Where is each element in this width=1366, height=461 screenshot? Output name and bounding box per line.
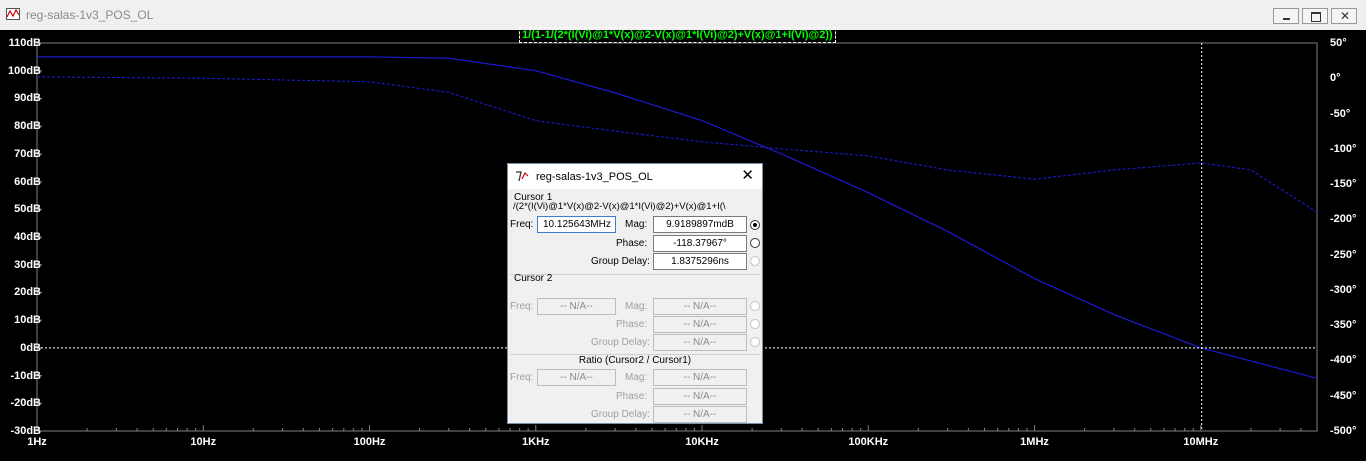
- cursor1-mag-value: 9.9189897mdB: [653, 216, 747, 233]
- x-tick-label: 1MHz: [1020, 436, 1049, 448]
- dialog-header: reg-salas-1v3_POS_OL ✕: [508, 164, 762, 189]
- maximize-icon: [1311, 12, 1321, 22]
- cursor1-mag-radio[interactable]: [750, 220, 760, 230]
- cursor2-group-delay-label: Group Delay:: [591, 337, 650, 348]
- cursor1-group-delay-value: 1.8375296ns: [653, 253, 747, 270]
- x-tick-label: 100KHz: [848, 436, 889, 448]
- ratio-group-delay-value: -- N/A--: [653, 406, 747, 423]
- y-tick-label: 20dB: [14, 286, 41, 299]
- y-tick-label: 80dB: [14, 120, 41, 133]
- y-tick-label: 50dB: [14, 203, 41, 216]
- x-grid-ticks: [36, 425, 1318, 431]
- phase-tick-label: -50°: [1330, 107, 1351, 120]
- y-tick-label: 100dB: [7, 64, 41, 77]
- ratio-freq-label: Freq:: [510, 372, 534, 383]
- ratio-mag-label: Mag:: [625, 372, 648, 383]
- x-tick-label: 100Hz: [353, 436, 386, 448]
- cursor1-group-delay-label: Group Delay:: [591, 256, 650, 267]
- phase-tick-label: -200°: [1330, 213, 1357, 226]
- cursor1-freq-field[interactable]: 10.125643MHz: [537, 216, 616, 233]
- cursor2-phase-label: Phase:: [616, 319, 648, 330]
- phase-tick-label: -300°: [1330, 283, 1357, 296]
- x-tick-label: 1KHz: [522, 436, 550, 448]
- y-tick-label: 0dB: [20, 341, 41, 354]
- dialog-close-button[interactable]: ✕: [741, 168, 754, 183]
- cursor1-group-delay-radio[interactable]: [750, 256, 760, 266]
- y-tick-label: 10dB: [14, 314, 41, 327]
- ratio-mag-value: -- N/A--: [653, 369, 747, 386]
- cursor2-group-delay-value: -- N/A--: [653, 334, 747, 351]
- cursor1-phase-value: -118.37967°: [653, 235, 747, 252]
- cursor1-phase-radio[interactable]: [750, 238, 760, 248]
- x-tick-label: 1Hz: [27, 436, 47, 448]
- cursor-icon: [516, 171, 529, 182]
- x-tick-label: 10MHz: [1183, 436, 1219, 448]
- y-tick-label: 70dB: [14, 147, 41, 160]
- cursor2-mag-label: Mag:: [625, 301, 648, 312]
- cursor1-mag-label: Mag:: [625, 219, 648, 230]
- ratio-phase-label: Phase:: [616, 391, 648, 402]
- maximize-button[interactable]: [1302, 8, 1328, 24]
- phase-tick-label: -150°: [1330, 178, 1357, 191]
- phase-tick-label: -400°: [1330, 354, 1357, 367]
- y-tick-label: 90dB: [14, 92, 41, 105]
- cursor2-heading: Cursor 2: [514, 273, 553, 284]
- cursor-dialog: reg-salas-1v3_POS_OL ✕ Cursor 1 /(2*(I(V…: [507, 163, 763, 424]
- ratio-group-delay-label: Group Delay:: [591, 409, 650, 420]
- ratio-heading: Ratio (Cursor2 / Cursor1): [578, 355, 692, 366]
- close-icon: ✕: [741, 167, 754, 184]
- cursor2-freq-label: Freq:: [510, 301, 534, 312]
- phase-tick-label: -100°: [1330, 142, 1357, 155]
- cursor2-freq-field[interactable]: -- N/A--: [537, 298, 616, 315]
- trace-expression-label[interactable]: 1/(1-1/(2*(I(Vi)@1*V(x)@2-V(x)@1*I(Vi)@2…: [519, 27, 836, 43]
- cursor1-freq-label: Freq:: [510, 219, 534, 230]
- minimize-icon: [1283, 18, 1290, 20]
- x-tick-label: 10Hz: [190, 436, 217, 448]
- y-tick-label: -20dB: [10, 397, 41, 410]
- cursor1-expression: /(2*(I(Vi)@1*V(x)@2-V(x)@1*I(Vi)@2)+V(x)…: [513, 201, 726, 212]
- cursor2-phase-value: -- N/A--: [653, 316, 747, 333]
- dialog-title: reg-salas-1v3_POS_OL: [536, 171, 653, 183]
- close-icon: ✕: [1340, 9, 1351, 23]
- phase-tick-label: -350°: [1330, 319, 1357, 332]
- y-tick-label: 40dB: [14, 231, 41, 243]
- window-title: reg-salas-1v3_POS_OL: [26, 8, 154, 22]
- cursor2-group-delay-radio[interactable]: [750, 337, 760, 347]
- ratio-freq-value: -- N/A--: [537, 369, 616, 386]
- cursor2-phase-radio[interactable]: [750, 319, 760, 329]
- ratio-phase-value: -- N/A--: [653, 388, 747, 405]
- y-tick-label: 110dB: [8, 37, 41, 49]
- phase-tick-label: -500°: [1330, 425, 1357, 437]
- waveform-app-icon: [6, 8, 20, 20]
- cursor2-mag-value: -- N/A--: [653, 298, 747, 315]
- cursor2-mag-radio[interactable]: [750, 301, 760, 311]
- phase-tick-label: -250°: [1330, 248, 1357, 261]
- phase-tick-label: 50°: [1330, 37, 1347, 49]
- y-tick-label: 30dB: [14, 258, 41, 271]
- phase-tick-label: -450°: [1330, 389, 1357, 402]
- close-button[interactable]: ✕: [1331, 8, 1357, 24]
- phase-tick-label: 0°: [1330, 72, 1341, 85]
- y-tick-label: -10dB: [10, 369, 41, 382]
- minimize-button[interactable]: [1273, 8, 1299, 24]
- y-tick-label: 60dB: [14, 175, 41, 188]
- x-tick-label: 10KHz: [685, 436, 719, 448]
- cursor1-phase-label: Phase:: [616, 238, 648, 249]
